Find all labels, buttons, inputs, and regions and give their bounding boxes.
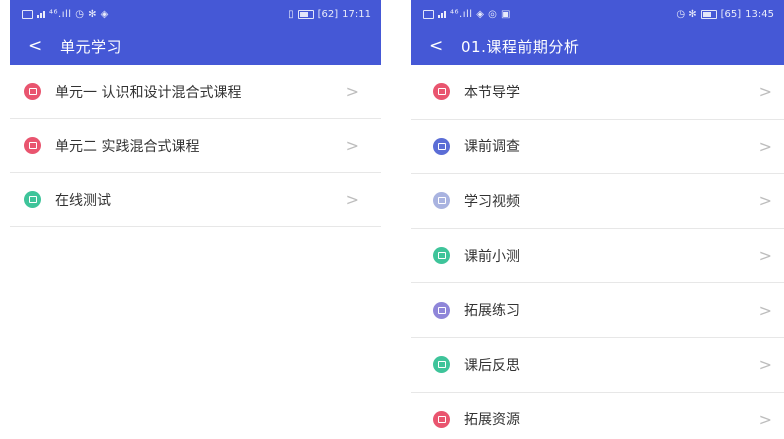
video-icon (433, 192, 450, 210)
back-arrow-icon[interactable]: < (28, 38, 50, 55)
clock: 17:11 (342, 8, 371, 20)
list-item[interactable]: 学习视频 > (411, 174, 784, 229)
list-item[interactable]: 单元二 实践混合式课程 > (10, 119, 381, 173)
nav-bar: < 单元学习 (10, 28, 381, 65)
list-item[interactable]: 课前小测 > (411, 229, 784, 284)
chevron-right-icon: > (758, 246, 772, 266)
signal-icon (37, 10, 45, 18)
quiz-icon (24, 191, 41, 208)
list-item-label: 在线测试 (55, 192, 111, 209)
status-icons: ⁴⁶.ıll ◷ ✻ ◈ (49, 8, 109, 20)
chevron-right-icon: > (758, 355, 772, 375)
list-item[interactable]: 在线测试 > (10, 173, 381, 227)
battery-level: [65] (720, 8, 742, 20)
page-title: 单元学习 (60, 38, 123, 56)
nav-bar: < 01.课程前期分析 (411, 28, 784, 65)
list-item-label: 拓展练习 (464, 303, 520, 320)
section-list: 本节导学 > 课前调查 > 学习视频 > 课前小测 > 拓展练习 > 课后反思 > 拓展资源 > (411, 65, 784, 439)
resource-icon (433, 410, 450, 428)
quiz-icon (433, 247, 450, 265)
battery-icon (700, 9, 717, 19)
unit-list: 单元一 认识和设计混合式课程 > 单元二 实践混合式课程 > 在线测试 > (10, 65, 381, 227)
list-item[interactable]: 课后反思 > (411, 338, 784, 393)
back-arrow-icon[interactable]: < (429, 38, 451, 55)
list-item-label: 单元二 实践混合式课程 (55, 138, 200, 155)
status-icons: ⁴⁶.ıll ◈ ◎ ▣ (450, 8, 511, 20)
chevron-right-icon: > (758, 82, 772, 102)
alarm-icon: ◷ ✻ (676, 8, 697, 20)
chevron-right-icon: > (345, 190, 359, 209)
list-item[interactable]: 本节导学 > (411, 65, 784, 120)
status-bar: ⁴⁶.ıll ◷ ✻ ◈ ▯ [62] 17:11 (10, 0, 381, 28)
chevron-right-icon: > (758, 409, 772, 429)
status-bar: ⁴⁶.ıll ◈ ◎ ▣ ◷ ✻ [65] 13:45 (411, 0, 784, 28)
battery-icon (297, 9, 314, 19)
page-title: 01.课程前期分析 (461, 38, 580, 56)
list-item[interactable]: 单元一 认识和设计混合式课程 > (10, 65, 381, 119)
list-item-label: 课前小测 (464, 248, 520, 265)
chevron-right-icon: > (758, 136, 772, 156)
chevron-right-icon: > (345, 82, 359, 101)
list-item[interactable]: 拓展资源 > (411, 393, 784, 439)
list-item[interactable]: 拓展练习 > (411, 283, 784, 338)
clock: 13:45 (745, 8, 774, 20)
right-phone-screen: ⁴⁶.ıll ◈ ◎ ▣ ◷ ✻ [65] 13:45 < 01.课程前期分析 … (411, 0, 784, 439)
sim-icon (423, 9, 434, 19)
survey-icon (433, 137, 450, 155)
play-icon (24, 137, 41, 154)
signal-icon (438, 10, 446, 18)
list-item-label: 课前调查 (464, 139, 520, 156)
list-item-label: 单元一 认识和设计混合式课程 (55, 84, 242, 101)
sim-icon (22, 9, 33, 19)
vibrate-icon: ▯ (288, 8, 294, 20)
chevron-right-icon: > (758, 191, 772, 211)
chat-icon (433, 356, 450, 374)
list-item-label: 本节导学 (464, 84, 520, 101)
edit-icon (433, 301, 450, 319)
document-icon (24, 83, 41, 100)
chevron-right-icon: > (758, 300, 772, 320)
list-item-label: 学习视频 (464, 193, 520, 210)
guide-icon (433, 83, 450, 101)
battery-level: [62] (317, 8, 339, 20)
list-item[interactable]: 课前调查 > (411, 120, 784, 175)
left-phone-screen: ⁴⁶.ıll ◷ ✻ ◈ ▯ [62] 17:11 < 单元学习 单元一 认识和… (10, 0, 381, 439)
list-item-label: 课后反思 (464, 357, 520, 374)
list-item-label: 拓展资源 (464, 412, 520, 429)
chevron-right-icon: > (345, 136, 359, 155)
